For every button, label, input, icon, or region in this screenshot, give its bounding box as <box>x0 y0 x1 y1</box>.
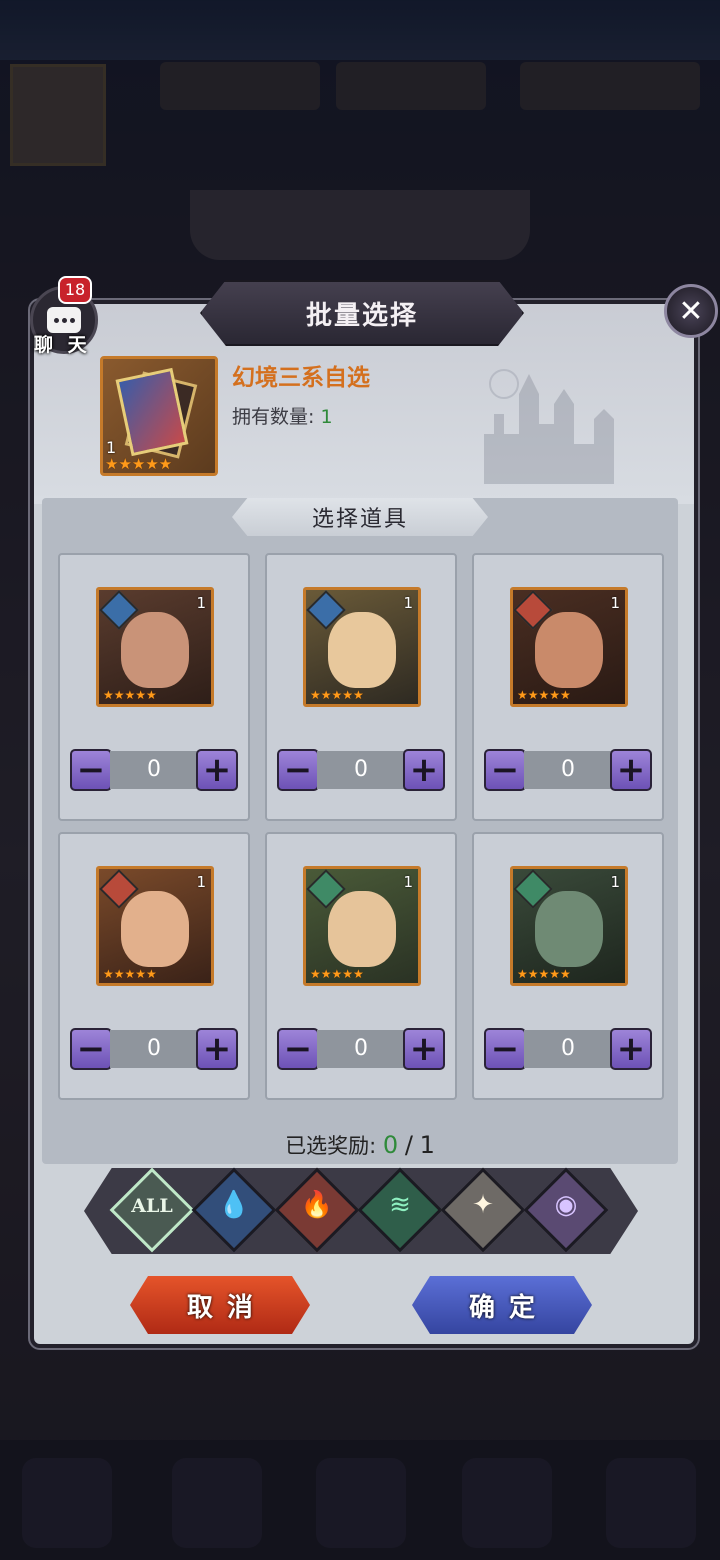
hero-stars: ★★★★★ <box>103 688 157 702</box>
increase-button[interactable]: + <box>196 749 238 791</box>
decrease-button[interactable]: − <box>277 749 319 791</box>
light-icon: ✦ <box>472 1190 494 1220</box>
increase-button[interactable]: + <box>610 1028 652 1070</box>
owned-value: 1 <box>320 406 333 428</box>
hero-face <box>328 612 396 688</box>
cancel-button[interactable]: 取消 <box>130 1276 310 1334</box>
hero-face <box>535 891 603 967</box>
hero-count: 1 <box>610 594 620 612</box>
selected-current: 0 <box>382 1131 399 1159</box>
hero-stars: ★★★★★ <box>310 967 364 981</box>
dialog-title: 批量选择 <box>305 300 418 331</box>
hero-count: 1 <box>403 873 413 891</box>
hero-portrait[interactable]: 1 ★★★★★ <box>510 587 628 707</box>
filter-all-label: ALL <box>131 1195 173 1217</box>
decrease-button[interactable]: − <box>484 1028 526 1070</box>
quantity-value: 0 <box>317 1030 405 1068</box>
cancel-label: 取消 <box>186 1292 267 1323</box>
quantity-stepper: − 0 + <box>277 1028 445 1070</box>
hero-count: 1 <box>196 594 206 612</box>
item-icon: ★★★★★ <box>100 356 218 476</box>
dialog-title-plate: 批量选择 <box>200 280 524 346</box>
increase-button[interactable]: + <box>196 1028 238 1070</box>
section-title-plate: 选择道具 <box>232 498 488 536</box>
item-stars: ★★★★★ <box>105 455 173 473</box>
quantity-stepper: − 0 + <box>277 749 445 791</box>
item-name: 幻境三系自选 <box>232 365 370 391</box>
quantity-stepper: − 0 + <box>484 749 652 791</box>
selected-rewards: 已选奖励: 0 / 1 <box>0 1130 720 1160</box>
increase-button[interactable]: + <box>610 749 652 791</box>
selected-label: 已选奖励: <box>285 1134 377 1158</box>
confirm-label: 确定 <box>468 1292 549 1323</box>
hero-face <box>535 612 603 688</box>
hero-portrait[interactable]: 1 ★★★★★ <box>510 866 628 986</box>
hero-portrait[interactable]: 1 ★★★★★ <box>303 587 421 707</box>
water-icon: 💧 <box>217 1190 251 1220</box>
close-button[interactable]: ✕ <box>664 284 718 338</box>
quantity-value: 0 <box>110 1030 198 1068</box>
quantity-stepper: − 0 + <box>484 1028 652 1070</box>
hero-card: 1 ★★★★★ − 0 + <box>265 553 457 821</box>
increase-button[interactable]: + <box>403 749 445 791</box>
decrease-button[interactable]: − <box>277 1028 319 1070</box>
hero-face <box>328 891 396 967</box>
hero-stars: ★★★★★ <box>103 967 157 981</box>
hero-portrait[interactable]: 1 ★★★★★ <box>96 587 214 707</box>
decrease-button[interactable]: − <box>70 1028 112 1070</box>
hero-card: 1 ★★★★★ − 0 + <box>58 832 250 1100</box>
increase-button[interactable]: + <box>403 1028 445 1070</box>
hero-portrait[interactable]: 1 ★★★★★ <box>303 866 421 986</box>
close-icon: ✕ <box>678 293 704 329</box>
hero-stars: ★★★★★ <box>310 688 364 702</box>
fire-icon: 🔥 <box>300 1190 334 1220</box>
chat-unread-badge: 18 <box>58 276 92 304</box>
decrease-button[interactable]: − <box>484 749 526 791</box>
quantity-stepper: − 0 + <box>70 749 238 791</box>
selected-total: 1 <box>419 1131 435 1159</box>
decrease-button[interactable]: − <box>70 749 112 791</box>
quantity-value: 0 <box>524 1030 612 1068</box>
owned-label: 拥有数量: <box>232 406 315 428</box>
hero-count: 1 <box>610 873 620 891</box>
wind-icon: ≋ <box>389 1190 411 1220</box>
hero-stars: ★★★★★ <box>517 967 571 981</box>
item-count: 1 <box>106 438 117 457</box>
quantity-value: 0 <box>524 751 612 789</box>
hero-card: 1 ★★★★★ − 0 + <box>58 553 250 821</box>
hero-card: 1 ★★★★★ − 0 + <box>472 553 664 821</box>
hero-card: 1 ★★★★★ − 0 + <box>265 832 457 1100</box>
hero-count: 1 <box>196 873 206 891</box>
confirm-button[interactable]: 确定 <box>412 1276 592 1334</box>
hero-portrait[interactable]: 1 ★★★★★ <box>96 866 214 986</box>
castle-silhouette-icon <box>484 369 614 484</box>
item-owned: 拥有数量: 1 <box>232 402 333 429</box>
hero-face <box>121 612 189 688</box>
quantity-value: 0 <box>110 751 198 789</box>
section-title: 选择道具 <box>311 507 408 532</box>
selected-separator: / <box>404 1131 413 1159</box>
hero-face <box>121 891 189 967</box>
quantity-value: 0 <box>317 751 405 789</box>
hero-count: 1 <box>403 594 413 612</box>
chat-label: 聊 天 <box>34 334 91 356</box>
dark-icon: ◉ <box>554 1190 578 1220</box>
hero-stars: ★★★★★ <box>517 688 571 702</box>
hero-card: 1 ★★★★★ − 0 + <box>472 832 664 1100</box>
quantity-stepper: − 0 + <box>70 1028 238 1070</box>
